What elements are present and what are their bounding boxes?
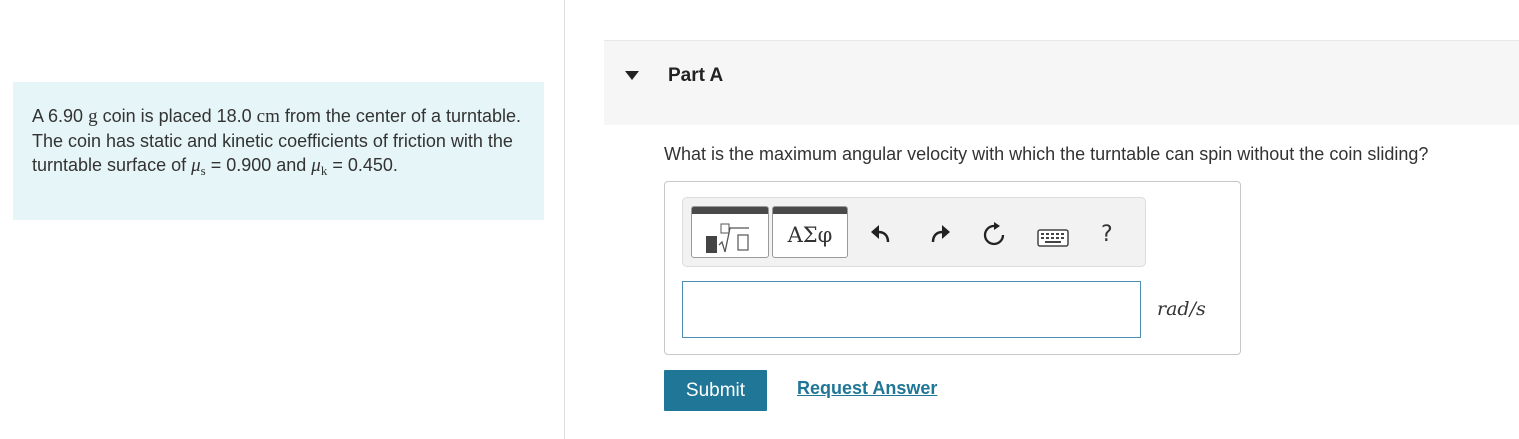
greek-letters-icon: ΑΣφ	[787, 223, 833, 247]
answer-unit: rad/s	[1157, 298, 1206, 320]
problem-text: A 6.90	[32, 106, 89, 126]
greek-letters-button[interactable]: ΑΣφ	[772, 206, 848, 258]
mu-kinetic-symbol: μ	[311, 155, 321, 176]
help-icon[interactable]: ?	[1101, 222, 1113, 247]
problem-text: coin is placed 18.0	[97, 106, 257, 126]
undo-icon[interactable]	[868, 222, 894, 248]
problem-text: = 0.450.	[327, 155, 398, 175]
reset-icon[interactable]	[981, 222, 1007, 248]
answer-box: ΑΣφ ? rad/s	[664, 181, 1241, 355]
unit-grams: g	[88, 106, 98, 127]
question-text: What is the maximum angular velocity wit…	[664, 144, 1429, 164]
math-toolbar: ΑΣφ ?	[682, 197, 1146, 267]
problem-statement: A 6.90 g coin is placed 18.0 cm from the…	[13, 82, 544, 220]
unit-centimeters: cm	[256, 106, 280, 127]
answer-input[interactable]	[682, 281, 1141, 338]
column-divider	[564, 0, 565, 439]
collapse-caret-icon[interactable]	[625, 71, 639, 80]
submit-button[interactable]: Submit	[664, 370, 767, 411]
keyboard-icon[interactable]	[1037, 229, 1069, 247]
part-header[interactable]: Part A	[604, 40, 1519, 125]
redo-icon[interactable]	[927, 222, 953, 248]
templates-icon	[706, 223, 749, 253]
templates-button[interactable]	[691, 206, 769, 258]
part-title: Part A	[668, 65, 724, 86]
problem-text: = 0.900 and	[205, 155, 312, 175]
mu-static-symbol: μ	[191, 155, 201, 176]
request-answer-link[interactable]: Request Answer	[797, 378, 937, 399]
